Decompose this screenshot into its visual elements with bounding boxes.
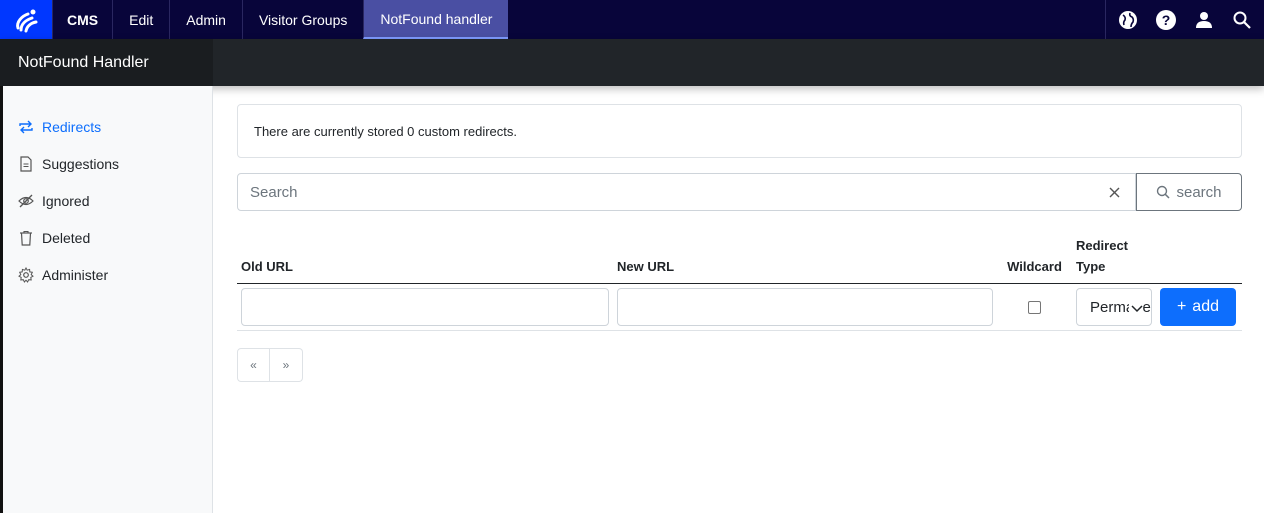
gear-icon: [18, 266, 34, 283]
trash-icon: [18, 230, 34, 246]
search-icon: [1157, 185, 1171, 199]
user-icon[interactable]: [1192, 8, 1216, 32]
sidebar-item-label: Administer: [42, 266, 109, 283]
document-icon: [18, 155, 34, 172]
header-wildcard: Wildcard: [997, 231, 1072, 284]
redirect-count-alert: There are currently stored 0 custom redi…: [237, 104, 1242, 158]
clear-icon[interactable]: [1105, 183, 1123, 201]
main-content: There are currently stored 0 custom redi…: [237, 86, 1242, 382]
eye-slash-icon: [18, 193, 34, 209]
sidebar: Redirects Suggestions Ignored Deleted Ad…: [0, 86, 213, 513]
sidebar-item-suggestions[interactable]: Suggestions: [0, 145, 212, 182]
search-placeholder: Search: [250, 183, 298, 201]
search-button-label: search: [1176, 183, 1222, 201]
search-bar: Search search: [237, 173, 1242, 211]
chevron-down-icon: [1128, 301, 1143, 318]
sidebar-item-label: Ignored: [42, 192, 90, 209]
sub-header: NotFound Handler: [0, 39, 1264, 86]
header-old-url: Old URL: [237, 231, 614, 284]
sidebar-item-administer[interactable]: Administer: [0, 256, 212, 293]
page-title: NotFound Handler: [0, 39, 213, 86]
optimizely-logo[interactable]: [0, 0, 52, 39]
globe-icon[interactable]: [1116, 8, 1140, 32]
svg-text:?: ?: [1162, 12, 1171, 28]
pagination: « »: [237, 348, 1242, 382]
plus-icon: +: [1176, 298, 1187, 315]
table-row: Permanent + add: [237, 283, 1242, 331]
alert-text: There are currently stored 0 custom redi…: [254, 123, 517, 139]
redirect-arrows-icon: [18, 119, 34, 135]
nav-visitor-groups[interactable]: Visitor Groups: [241, 0, 363, 39]
table-header-row: Old URL New URL Wildcard Redirect Type: [237, 231, 1242, 284]
sidebar-item-label: Redirects: [42, 118, 102, 135]
redirect-type-select[interactable]: Permanent: [1075, 288, 1152, 326]
nav-admin[interactable]: Admin: [169, 0, 242, 39]
search-input[interactable]: Search: [237, 173, 1136, 211]
nav-cms[interactable]: CMS: [52, 0, 112, 39]
sidebar-item-redirects[interactable]: Redirects: [0, 108, 212, 145]
sidebar-item-ignored[interactable]: Ignored: [0, 182, 212, 219]
search-button[interactable]: search: [1136, 173, 1242, 211]
top-nav: CMS Edit Admin Visitor Groups NotFound h…: [0, 0, 1264, 39]
help-icon[interactable]: ?: [1154, 8, 1178, 32]
sidebar-item-label: Suggestions: [42, 155, 120, 172]
wildcard-checkbox[interactable]: [1028, 300, 1041, 314]
prev-page-button[interactable]: «: [237, 348, 270, 382]
add-button[interactable]: + add: [1159, 288, 1236, 326]
nav-edit[interactable]: Edit: [112, 0, 169, 39]
old-url-input[interactable]: [241, 288, 610, 326]
sidebar-item-label: Deleted: [42, 229, 91, 246]
nav-notfound-handler[interactable]: NotFound handler: [363, 0, 509, 39]
header-new-url: New URL: [613, 231, 998, 284]
search-icon[interactable]: [1230, 8, 1254, 32]
new-url-input[interactable]: [617, 288, 994, 326]
redirects-table: Old URL New URL Wildcard Redirect Type P…: [237, 231, 1242, 331]
add-button-label: add: [1192, 298, 1219, 315]
header-redirect-type: Redirect Type: [1071, 231, 1156, 284]
sidebar-item-deleted[interactable]: Deleted: [0, 219, 212, 256]
logo-icon: [16, 9, 38, 32]
next-page-button[interactable]: »: [270, 348, 303, 382]
